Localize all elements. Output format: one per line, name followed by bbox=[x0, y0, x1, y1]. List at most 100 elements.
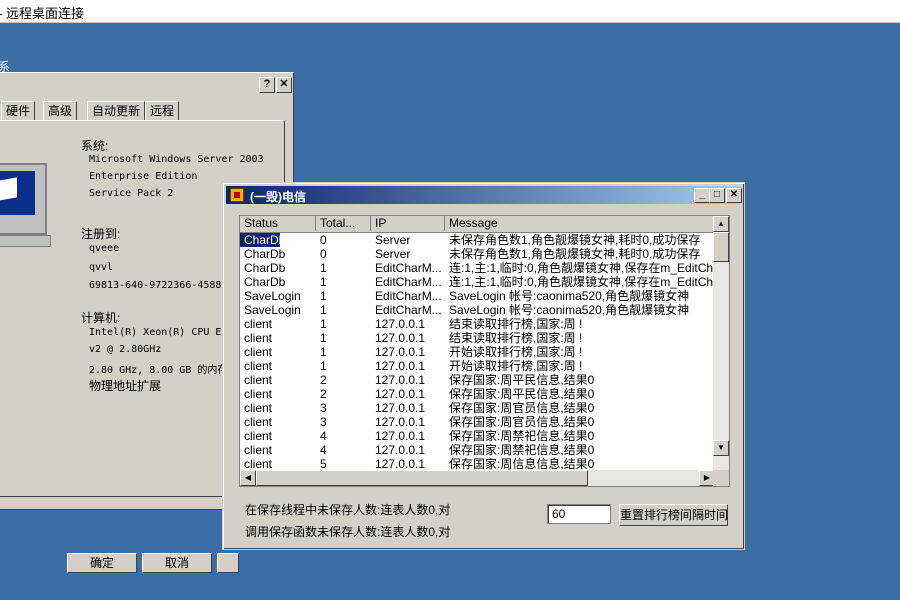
log-cell-total: 3 bbox=[320, 415, 327, 429]
log-cell-status: client bbox=[244, 401, 273, 415]
log-row[interactable]: CharDb 0 Server 未保存角色数1,角色靓爆镜女神,耗时0,成功保存 bbox=[240, 247, 715, 261]
server-window-title: (一毁)电信 bbox=[250, 190, 306, 204]
log-cell-message: 保存国家:周官员信息,结果0 bbox=[449, 415, 595, 429]
cancel-button[interactable]: 取消 bbox=[142, 553, 212, 573]
scroll-down-icon[interactable]: ▼ bbox=[713, 440, 729, 456]
log-cell-status: client bbox=[244, 317, 273, 331]
log-cell-message: 保存国家:周官员信息,结果0 bbox=[449, 401, 595, 415]
log-cell-ip: 127.0.0.1 bbox=[375, 429, 426, 443]
log-cell-message: 开始读取排行榜,国家:周 ! bbox=[449, 359, 583, 373]
log-cell-ip: 127.0.0.1 bbox=[375, 331, 426, 345]
server-window: (一毁)电信 _ □ ✕ Status Total... IP Message … bbox=[222, 182, 745, 550]
log-row[interactable]: client 4 127.0.0.1 保存国家:周禁祀信息,结果0 bbox=[240, 443, 715, 457]
log-cell-message: 未保存角色数1,角色靓爆镜女神,耗时0,成功保存 bbox=[449, 233, 701, 247]
help-button[interactable]: ? bbox=[259, 77, 275, 93]
reset-ranking-interval-button[interactable]: 重置排行榜间隔时间 bbox=[619, 504, 728, 526]
log-row[interactable]: CharDb 0 Server 未保存角色数1,角色靓爆镜女神,耗时0,成功保存 bbox=[240, 233, 715, 248]
log-cell-total: 2 bbox=[320, 387, 327, 401]
registered-owner: qveee bbox=[89, 243, 120, 254]
log-cell-status: client bbox=[244, 359, 273, 373]
log-cell-message: 未保存角色数1,角色靓爆镜女神,耗时0,成功保存 bbox=[449, 247, 701, 261]
log-cell-ip: 127.0.0.1 bbox=[375, 457, 426, 471]
horizontal-scroll-thumb[interactable] bbox=[256, 470, 588, 486]
log-cell-ip: 127.0.0.1 bbox=[375, 373, 426, 387]
log-cell-status: CharDb bbox=[240, 233, 281, 248]
log-row[interactable]: client 3 127.0.0.1 保存国家:周官员信息,结果0 bbox=[240, 401, 715, 415]
log-cell-message: 保存国家:周信息信息,结果0 bbox=[449, 457, 595, 471]
log-cell-ip: 127.0.0.1 bbox=[375, 443, 426, 457]
log-cell-message: 保存国家:周禁祀信息,结果0 bbox=[449, 443, 595, 457]
apply-button[interactable] bbox=[217, 553, 239, 573]
log-cell-status: SaveLogin bbox=[244, 289, 301, 303]
log-cell-status: CharDb bbox=[244, 261, 286, 275]
minimize-button[interactable]: _ bbox=[694, 188, 710, 203]
log-cell-total: 1 bbox=[320, 275, 327, 289]
log-cell-ip: 127.0.0.1 bbox=[375, 415, 426, 429]
remote-desktop-titlebar: - 远程桌面连接 bbox=[0, 0, 900, 23]
log-cell-ip: Server bbox=[375, 247, 411, 261]
log-row[interactable]: client 5 127.0.0.1 保存国家:周信息信息,结果0 bbox=[240, 457, 715, 471]
log-cell-message: 保存国家:周平民信息,结果0 bbox=[449, 387, 595, 401]
computer-base-icon bbox=[0, 235, 51, 247]
log-cell-message: 结束读取排行榜,国家:周 ! bbox=[449, 317, 583, 331]
log-cell-message: 连:1,主:1,临时:0,角色靓爆镜女神,保存在m_EditCharI bbox=[449, 261, 715, 275]
log-cell-status: client bbox=[244, 387, 273, 401]
vertical-scrollbar[interactable]: ▲ ▼ bbox=[713, 216, 729, 471]
log-cell-total: 0 bbox=[320, 247, 327, 261]
tab-remote[interactable]: 远程 bbox=[145, 101, 180, 120]
log-cell-ip: Server bbox=[375, 233, 411, 247]
maximize-button[interactable]: □ bbox=[709, 188, 725, 203]
log-row[interactable]: SaveLogin 1 EditCharM... SaveLogin 帐号:caoni… bbox=[240, 303, 715, 317]
system-properties-close-button[interactable]: ✕ bbox=[276, 77, 292, 93]
log-row[interactable]: client 2 127.0.0.1 保存国家:周平民信息,结果0 bbox=[240, 387, 715, 401]
horizontal-scrollbar[interactable]: ◀ ▶ bbox=[240, 470, 715, 486]
log-cell-ip: EditCharM... bbox=[375, 261, 442, 275]
tab-hardware[interactable]: 硬件 bbox=[1, 101, 36, 120]
log-row[interactable]: SaveLogin 1 EditCharM... SaveLogin 帐号:caoni… bbox=[240, 289, 715, 303]
log-cell-total: 4 bbox=[320, 429, 327, 443]
log-list-body: CharDb0Server未保存角色数1,角色靓爆镜女神,耗时0,成功保存Cha… bbox=[240, 233, 715, 471]
tab-automatic-updates[interactable]: 自动更新 bbox=[87, 101, 146, 120]
log-row[interactable]: client 1 127.0.0.1 开始读取排行榜,国家:周 ! bbox=[240, 359, 715, 373]
log-cell-total: 3 bbox=[320, 401, 327, 415]
log-row[interactable]: client 1 127.0.0.1 开始读取排行榜,国家:周 ! bbox=[240, 345, 715, 359]
system-service-pack: Service Pack 2 bbox=[89, 188, 174, 199]
server-window-titlebar[interactable]: (一毁)电信 _ □ ✕ bbox=[226, 186, 742, 204]
log-cell-status: client bbox=[244, 457, 273, 471]
ok-button[interactable]: 确定 bbox=[67, 553, 137, 573]
column-status[interactable]: Status bbox=[240, 216, 316, 231]
column-ip[interactable]: IP bbox=[371, 216, 445, 231]
log-cell-ip: EditCharM... bbox=[375, 289, 442, 303]
product-id: 69813-640-9722366-45885 bbox=[89, 280, 228, 291]
scroll-up-icon[interactable]: ▲ bbox=[713, 216, 729, 232]
log-row[interactable]: CharDb 1 EditCharM... 连:1,主:1,临时:0,角色靓爆镜女神,… bbox=[240, 261, 715, 275]
system-os-name: Microsoft Windows Server 2003 bbox=[89, 154, 264, 165]
log-row[interactable]: client 2 127.0.0.1 保存国家:周平民信息,结果0 bbox=[240, 373, 715, 387]
log-cell-total: 4 bbox=[320, 443, 327, 457]
log-cell-status: client bbox=[244, 331, 273, 345]
log-cell-status: SaveLogin bbox=[244, 303, 301, 317]
log-cell-total: 2 bbox=[320, 373, 327, 387]
tab-advanced[interactable]: 高级 bbox=[43, 101, 78, 120]
interval-input[interactable] bbox=[547, 504, 611, 524]
log-row[interactable]: client 1 127.0.0.1 结束读取排行榜,国家:周 ! bbox=[240, 317, 715, 331]
log-row[interactable]: client 4 127.0.0.1 保存国家:周禁祀信息,结果0 bbox=[240, 429, 715, 443]
scroll-left-icon[interactable]: ◀ bbox=[240, 470, 256, 486]
computer-icon bbox=[0, 163, 47, 235]
log-cell-total: 0 bbox=[320, 233, 327, 247]
log-row[interactable]: client 3 127.0.0.1 保存国家:周官员信息,结果0 bbox=[240, 415, 715, 429]
vertical-scroll-thumb[interactable] bbox=[713, 232, 729, 262]
log-row[interactable]: client 1 127.0.0.1 结束读取排行榜,国家:周 ! bbox=[240, 331, 715, 345]
log-cell-ip: EditCharM... bbox=[375, 275, 442, 289]
log-list[interactable]: Status Total... IP Message CharDb 0 Server… bbox=[239, 215, 730, 487]
column-total[interactable]: Total... bbox=[316, 216, 371, 231]
close-button[interactable]: ✕ bbox=[726, 188, 742, 203]
log-row[interactable]: CharDb 1 EditCharM... 连:1,主:1,临时:0,角色靓爆镜女神,… bbox=[240, 275, 715, 289]
log-cell-ip: 127.0.0.1 bbox=[375, 387, 426, 401]
status-line-thread: 在保存线程中未保存人数:连表人数0,对 bbox=[245, 503, 451, 517]
log-cell-total: 1 bbox=[320, 289, 327, 303]
log-cell-message: 保存国家:周禁祀信息,结果0 bbox=[449, 429, 595, 443]
column-message[interactable]: Message bbox=[445, 216, 715, 231]
log-cell-status: client bbox=[244, 443, 273, 457]
log-list-header: Status Total... IP Message bbox=[240, 216, 715, 233]
